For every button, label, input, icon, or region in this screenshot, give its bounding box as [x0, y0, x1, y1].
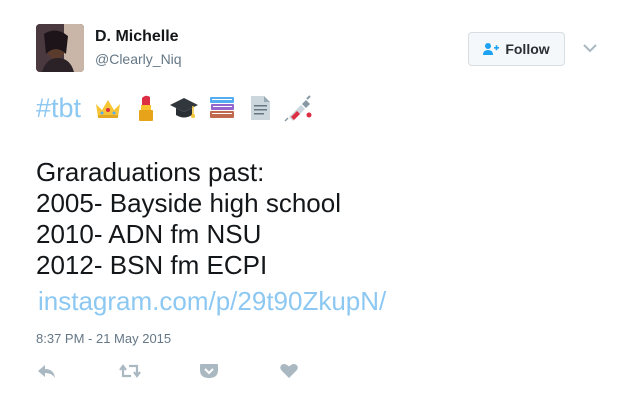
syringe-icon — [283, 93, 313, 123]
pocket-icon[interactable] — [198, 362, 220, 380]
follow-button-label: Follow — [505, 41, 550, 57]
lipstick-icon — [131, 93, 161, 123]
page-icon — [245, 93, 275, 123]
tweet-line: Graraduations past: — [36, 157, 265, 187]
hashtag-link[interactable]: #tbt — [36, 93, 81, 124]
tweet-line: 2010- ADN fm NSU — [36, 219, 262, 249]
tweet-line: 2005- Bayside high school — [36, 188, 341, 218]
chevron-down-icon[interactable] — [582, 41, 598, 53]
tweet-timestamp[interactable]: 8:37 PM - 21 May 2015 — [36, 331, 171, 346]
like-heart-icon[interactable] — [278, 362, 300, 380]
crown-icon — [93, 93, 123, 123]
graduation-cap-icon — [169, 93, 199, 123]
reply-icon[interactable] — [36, 362, 58, 380]
avatar[interactable] — [36, 24, 84, 72]
author-handle[interactable]: @Clearly_Niq — [95, 51, 182, 67]
retweet-icon[interactable] — [119, 362, 141, 380]
tweet-line: 2012- BSN fm ECPI — [36, 250, 268, 280]
author-name[interactable]: D. Michelle — [95, 28, 179, 46]
tweet-hashtag-line: #tbt — [36, 91, 321, 125]
tweet-body: Graraduations past: 2005- Bayside high s… — [36, 157, 341, 281]
add-user-icon — [483, 42, 500, 56]
books-icon — [207, 93, 237, 123]
instagram-link[interactable]: instagram.com/p/29t90ZkupN/ — [38, 286, 386, 317]
follow-button[interactable]: Follow — [468, 32, 565, 66]
